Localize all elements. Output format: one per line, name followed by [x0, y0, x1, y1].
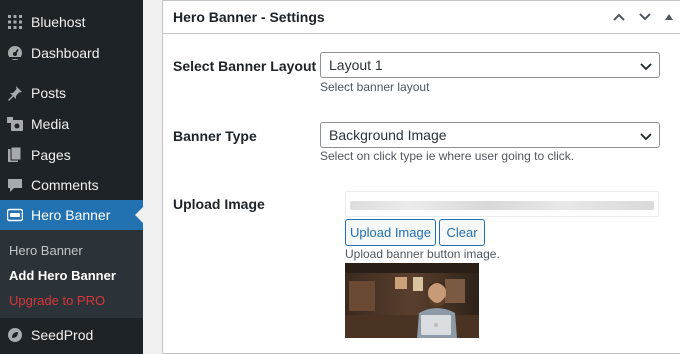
hero-banner-icon	[7, 207, 23, 223]
banner-type-select[interactable]: Background Image	[320, 122, 660, 148]
pages-icon	[7, 147, 23, 163]
seedprod-icon	[7, 327, 23, 343]
comment-icon	[7, 177, 23, 193]
blurred-url	[350, 201, 654, 210]
clear-button[interactable]: Clear	[439, 219, 485, 246]
menu-item-bluehost[interactable]: Bluehost	[0, 7, 143, 37]
panel-header: Hero Banner - Settings	[163, 1, 680, 34]
banner-layout-label: Select Banner Layout	[173, 58, 317, 74]
menu-item-label: Media	[31, 116, 70, 132]
menu-item-dashboard[interactable]: Dashboard	[0, 38, 143, 68]
banner-layout-description: Select banner layout	[320, 80, 430, 94]
hero-banner-submenu: Hero Banner Add Hero Banner Upgrade to P…	[0, 230, 143, 318]
banner-type-value: Background Image	[329, 127, 447, 143]
chevron-down-icon	[640, 63, 652, 71]
move-up-icon[interactable]	[609, 7, 629, 27]
menu-item-media[interactable]: Media	[0, 109, 143, 139]
submenu-item-upgrade-to-pro[interactable]: Upgrade to PRO	[9, 293, 105, 308]
banner-type-label: Banner Type	[173, 128, 257, 144]
banner-image-preview	[345, 263, 479, 338]
menu-item-label: Posts	[31, 85, 67, 101]
menu-item-hero-banner[interactable]: Hero Banner	[0, 200, 143, 230]
menu-item-label: Comments	[31, 177, 99, 193]
menu-item-seedprod[interactable]: SeedProd	[0, 320, 143, 350]
menu-item-label: Pages	[31, 147, 71, 163]
banner-layout-select[interactable]: Layout 1	[320, 52, 660, 78]
menu-item-label: Bluehost	[31, 14, 86, 30]
move-down-icon[interactable]	[635, 7, 655, 27]
menu-item-posts[interactable]: Posts	[0, 78, 143, 108]
upload-image-description: Upload banner button image.	[345, 247, 500, 261]
hero-banner-settings-panel: Hero Banner - Settings Select Banner Lay…	[162, 0, 680, 354]
menu-item-comments[interactable]: Comments	[0, 170, 143, 200]
pin-icon	[7, 85, 23, 101]
menu-item-label: Dashboard	[31, 45, 100, 61]
menu-item-label: SeedProd	[31, 327, 94, 343]
chevron-down-icon	[640, 133, 652, 141]
banner-type-description: Select on click type ie where user going…	[320, 149, 575, 163]
menu-item-pages[interactable]: Pages	[0, 140, 143, 170]
collapse-toggle-icon[interactable]	[659, 7, 679, 27]
grid-icon	[7, 14, 23, 30]
admin-sidebar: Bluehost Dashboard Posts Media Pages Com…	[0, 0, 143, 354]
upload-image-button[interactable]: Upload Image	[345, 219, 436, 246]
image-url-field[interactable]	[345, 191, 659, 217]
dashboard-icon	[7, 45, 23, 61]
upload-image-label: Upload Image	[173, 196, 265, 212]
submenu-item-add-hero-banner[interactable]: Add Hero Banner	[9, 268, 116, 283]
submenu-item-hero-banner[interactable]: Hero Banner	[9, 243, 83, 258]
media-icon	[7, 116, 23, 132]
menu-item-label: Hero Banner	[31, 207, 111, 223]
banner-layout-value: Layout 1	[329, 57, 383, 73]
panel-title: Hero Banner - Settings	[173, 9, 325, 25]
